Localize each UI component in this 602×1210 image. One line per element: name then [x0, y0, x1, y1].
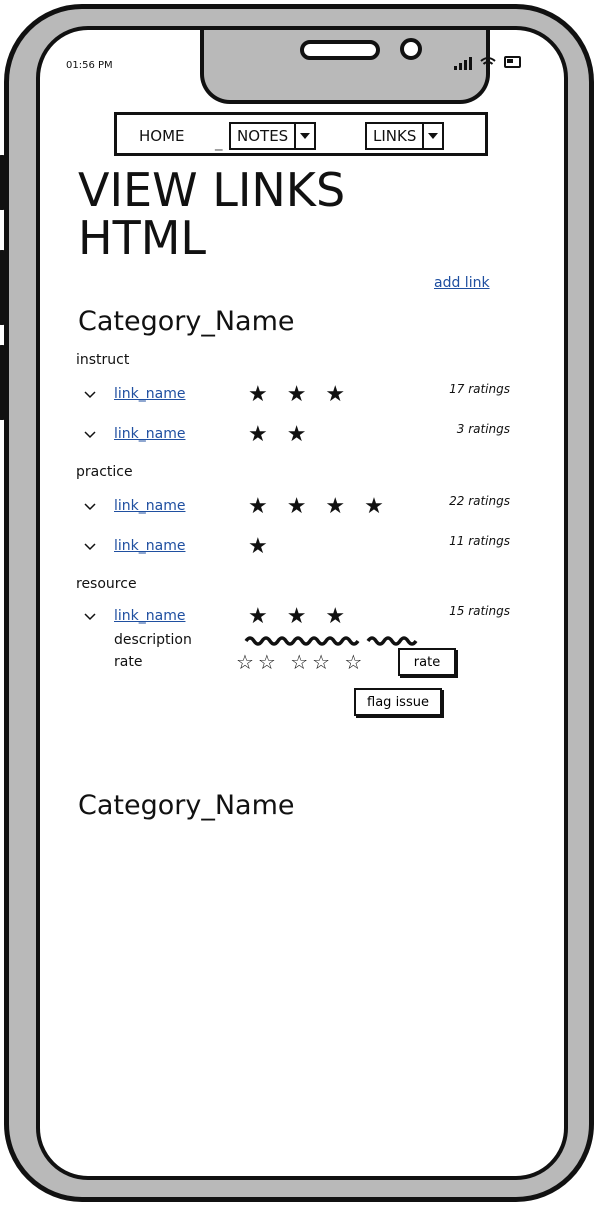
link-name[interactable]: link_name — [114, 386, 185, 402]
rate-button[interactable]: rate — [398, 648, 456, 676]
star-rating: ★ ★ ★ — [248, 604, 352, 629]
list-item: link_name ★ ★ ★ ★ 22 ratings — [84, 494, 510, 520]
ratings-count: 22 ratings — [449, 494, 510, 508]
link-name[interactable]: link_name — [114, 538, 185, 554]
page-title-line-1: VIEW LINKS — [78, 163, 346, 217]
star-rating: ★ — [248, 534, 274, 559]
add-link[interactable]: add link — [434, 275, 490, 291]
camera — [400, 38, 422, 60]
chevron-down-icon[interactable] — [84, 608, 96, 624]
ratings-count: 3 ratings — [456, 422, 510, 436]
battery-icon — [504, 56, 521, 68]
nav-notes-label: NOTES — [237, 127, 289, 145]
phone-notch — [200, 30, 490, 104]
nav-home-link[interactable]: HOME — [139, 127, 185, 145]
chevron-down-icon[interactable] — [84, 538, 96, 554]
ratings-count: 11 ratings — [449, 534, 510, 548]
nav-notes-dropdown[interactable]: NOTES — [229, 122, 317, 150]
status-time: 01:56 PM — [66, 60, 113, 71]
ratings-count: 15 ratings — [449, 604, 510, 618]
top-nav: HOME _ NOTES LINKS — [114, 112, 488, 156]
link-name[interactable]: link_name — [114, 608, 185, 624]
nav-links-label: LINKS — [373, 127, 417, 145]
group-label-instruct: instruct — [76, 352, 130, 368]
status-icons — [454, 56, 521, 70]
side-button — [0, 250, 6, 325]
list-item: link_name ★ ★ ★ 17 ratings — [84, 382, 510, 408]
description-scribble — [244, 636, 418, 646]
chevron-down-icon[interactable] — [84, 498, 96, 514]
phone-screen: 01:56 PM HOME _ NOTES LINKS VIEW LINKS H… — [36, 26, 568, 1180]
wifi-icon — [480, 57, 496, 70]
nav-separator: _ — [215, 133, 223, 151]
list-item: link_name ★ ★ ★ 15 ratings — [84, 604, 510, 630]
group-label-practice: practice — [76, 464, 133, 480]
description-label: description — [114, 632, 192, 648]
chevron-down-icon[interactable] — [84, 426, 96, 442]
nav-links-dropdown[interactable]: LINKS — [365, 122, 445, 150]
star-rating: ★ ★ ★ ★ — [248, 494, 390, 519]
chevron-down-icon[interactable] — [294, 124, 314, 148]
side-button — [0, 155, 6, 210]
list-item: link_name ★ ★ 3 ratings — [84, 422, 510, 448]
ratings-count: 17 ratings — [449, 382, 510, 396]
flag-issue-button[interactable]: flag issue — [354, 688, 442, 716]
star-rating: ★ ★ — [248, 422, 313, 447]
page-title-line-2: HTML — [78, 211, 207, 265]
link-name[interactable]: link_name — [114, 426, 185, 442]
chevron-down-icon[interactable] — [84, 386, 96, 402]
rate-label: rate — [114, 654, 143, 670]
speaker — [300, 40, 380, 60]
list-item: link_name ★ 11 ratings — [84, 534, 510, 560]
page-title: VIEW LINKS HTML — [78, 166, 345, 262]
category-title: Category_Name — [78, 306, 295, 337]
chevron-down-icon[interactable] — [422, 124, 442, 148]
signal-icon — [454, 56, 472, 70]
star-rating: ★ ★ ★ — [248, 382, 352, 407]
rate-stars-input[interactable]: ☆☆ ☆☆ ☆ — [236, 650, 366, 674]
category-title: Category_Name — [78, 790, 295, 821]
side-button — [0, 345, 6, 420]
group-label-resource: resource — [76, 576, 137, 592]
link-name[interactable]: link_name — [114, 498, 185, 514]
